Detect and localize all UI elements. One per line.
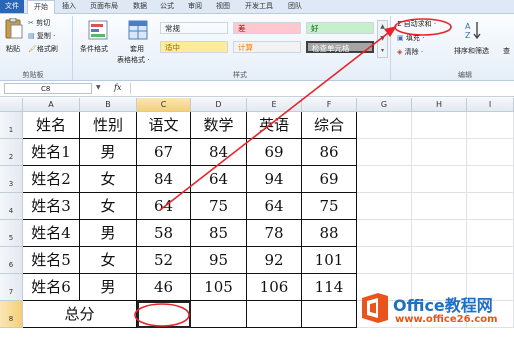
- autosum-highlight-circle: [394, 18, 452, 36]
- target-cell-highlight-circle: [134, 303, 190, 327]
- annotation-arrow-line: [159, 29, 393, 211]
- office-logo: [362, 293, 388, 323]
- watermark-brand: Office教程网: [393, 296, 493, 315]
- watermark: Office教程网 www.office26.com: [360, 288, 514, 341]
- watermark-url: www.office26.com: [395, 314, 498, 325]
